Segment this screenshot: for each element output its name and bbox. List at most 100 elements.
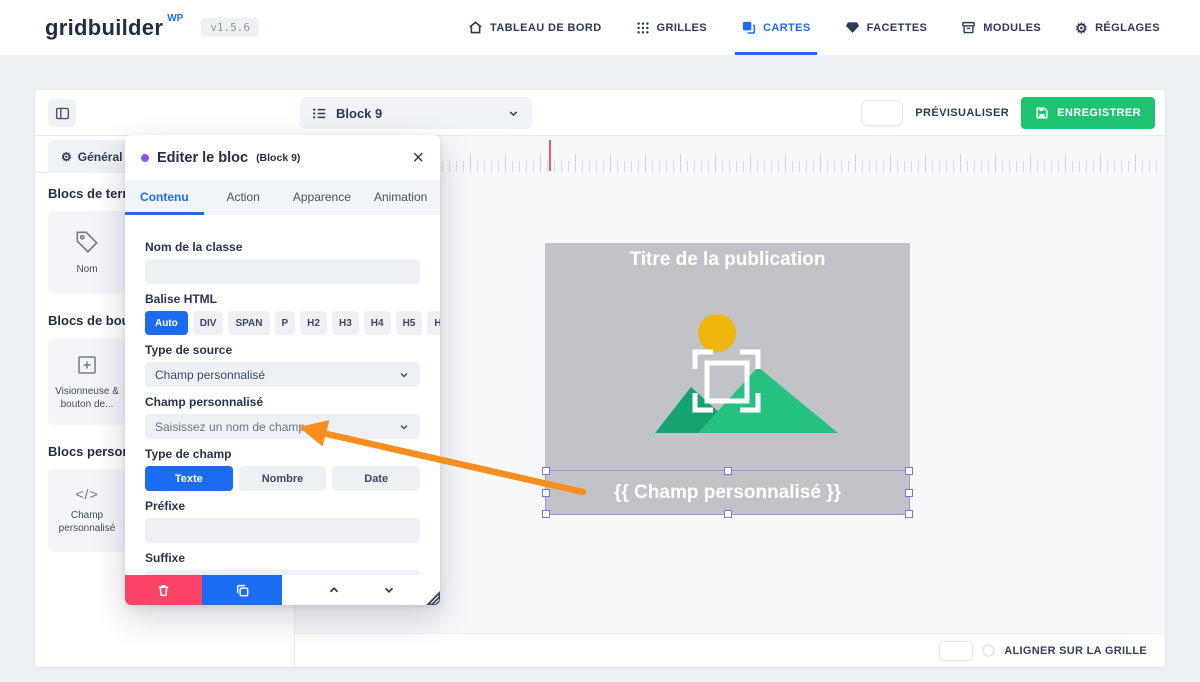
nav-item-modules[interactable]: MODULES (961, 0, 1041, 55)
html-tag-h2[interactable]: H2 (300, 311, 327, 335)
modal-header: Editer le bloc (Block 9) × (125, 135, 440, 180)
block-card-champ-personnalise[interactable]: </> Champ personnalisé (48, 469, 126, 552)
card-preview[interactable]: Titre de la publication {{ Champ personn… (545, 243, 910, 515)
custom-field-select[interactable]: Saisissez un nom de champ (145, 414, 420, 439)
field-type-texte[interactable]: Texte (145, 466, 233, 491)
prefix-input[interactable] (145, 518, 420, 543)
chevron-up-icon (327, 583, 341, 597)
modules-icon (961, 20, 976, 35)
field-type-date[interactable]: Date (332, 466, 420, 491)
duplicate-block-button[interactable] (202, 575, 282, 605)
resize-handle[interactable] (905, 489, 913, 497)
toggle-sidebar-button[interactable] (48, 99, 76, 127)
gear-icon: ⚙ (1075, 21, 1088, 35)
snap-indicator-icon (982, 644, 995, 657)
builder-panel: Block 9 PRÉVISUALISER ENREGISTRER ⚙ Géné… (35, 90, 1165, 667)
html-tag-options: Auto DIV SPAN P H2 H3 H4 H5 H6 (145, 311, 420, 335)
toolbar-actions: PRÉVISUALISER ENREGISTRER (861, 97, 1155, 129)
resize-handle[interactable] (905, 510, 913, 518)
snap-to-grid-label: ALIGNER SUR LA GRILLE (1004, 645, 1147, 657)
html-tag-h4[interactable]: H4 (364, 311, 391, 335)
app-header: gridbuilder WP v1.5.6 TABLEAU DE BORD GR… (0, 0, 1200, 56)
delete-block-button[interactable] (125, 575, 202, 605)
prefix-label: Préfixe (145, 499, 420, 514)
chevron-down-icon (398, 421, 410, 433)
home-icon (468, 20, 483, 35)
resize-handle[interactable] (542, 510, 550, 518)
modal-body: Nom de la classe Balise HTML Auto DIV SP… (125, 215, 440, 595)
nav-item-facettes[interactable]: FACETTES (845, 0, 928, 55)
nav-label: TABLEAU DE BORD (490, 22, 602, 34)
html-tag-auto[interactable]: Auto (145, 311, 188, 335)
grid-icon (636, 21, 650, 35)
selected-block-custom-field[interactable]: {{ Champ personnalisé }} (545, 470, 910, 515)
chevron-down-icon (398, 369, 410, 381)
app: gridbuilder WP v1.5.6 TABLEAU DE BORD GR… (0, 0, 1200, 682)
block-card-visionneuse[interactable]: Visionneuse & bouton de... (48, 338, 126, 425)
tab-general-label: Général (78, 150, 123, 164)
trash-icon (156, 583, 171, 598)
save-icon (1035, 106, 1049, 120)
resize-handle[interactable] (905, 467, 913, 475)
html-tag-h3[interactable]: H3 (332, 311, 359, 335)
chevron-down-icon (382, 583, 396, 597)
modal-tabs: Contenu Action Apparence Animation (125, 180, 440, 215)
preview-toggle[interactable] (861, 100, 903, 126)
move-down-button[interactable] (382, 583, 396, 597)
resize-handle[interactable] (724, 467, 732, 475)
nav-item-cartes[interactable]: CARTES (741, 0, 811, 55)
list-icon (312, 106, 327, 121)
save-button[interactable]: ENREGISTRER (1021, 97, 1155, 129)
modal-title: Editer le bloc (157, 150, 248, 166)
brand: gridbuilder WP v1.5.6 (45, 15, 259, 41)
tab-contenu[interactable]: Contenu (125, 180, 204, 215)
close-icon[interactable]: × (412, 148, 424, 168)
builder-toolbar: Block 9 PRÉVISUALISER ENREGISTRER (35, 90, 1165, 136)
modal-footer-nav (282, 575, 440, 605)
block-selector-value: Block 9 (336, 106, 382, 121)
nav-item-grilles[interactable]: GRILLES (636, 0, 707, 55)
nav-item-reglages[interactable]: ⚙ RÉGLAGES (1075, 0, 1160, 55)
tab-apparence[interactable]: Apparence (283, 180, 362, 215)
tab-action[interactable]: Action (204, 180, 283, 215)
resize-handle[interactable] (542, 489, 550, 497)
block-card-nom[interactable]: Nom (48, 211, 126, 294)
html-tag-span[interactable]: SPAN (228, 311, 269, 335)
class-name-input[interactable] (145, 259, 420, 284)
modal-resize-handle[interactable] (426, 591, 440, 605)
resize-handle[interactable] (542, 467, 550, 475)
html-tag-h6[interactable]: H6 (427, 311, 440, 335)
gear-icon: ⚙ (61, 150, 72, 164)
nav-label: GRILLES (657, 22, 707, 34)
field-type-options: Texte Nombre Date (145, 466, 420, 491)
block-selector[interactable]: Block 9 (300, 97, 532, 129)
copy-icon (235, 583, 250, 598)
sidebar-layout-icon (55, 106, 70, 121)
tab-general[interactable]: ⚙ Général (48, 140, 135, 173)
source-type-select[interactable]: Champ personnalisé (145, 362, 420, 387)
wp-badge: WP (167, 13, 183, 24)
chevron-down-icon (507, 107, 520, 120)
field-type-nombre[interactable]: Nombre (239, 466, 327, 491)
move-up-button[interactable] (327, 583, 341, 597)
modal-footer (125, 575, 440, 605)
html-tag-h5[interactable]: H5 (396, 311, 423, 335)
version-badge: v1.5.6 (201, 18, 259, 37)
custom-field-token: {{ Champ personnalisé }} (614, 482, 841, 504)
nav-label: RÉGLAGES (1095, 22, 1160, 34)
tab-animation[interactable]: Animation (361, 180, 440, 215)
block-card-label: Champ personnalisé (52, 510, 122, 535)
code-icon: </> (75, 486, 98, 502)
preview-label: PRÉVISUALISER (915, 107, 1009, 119)
lightbox-icon (74, 352, 100, 378)
nav-item-tableau-de-bord[interactable]: TABLEAU DE BORD (468, 0, 602, 55)
html-tag-p[interactable]: P (275, 311, 296, 335)
custom-field-label: Champ personnalisé (145, 395, 420, 410)
class-name-label: Nom de la classe (145, 240, 420, 255)
resize-handle[interactable] (724, 510, 732, 518)
block-color-dot (141, 154, 149, 162)
html-tag-div[interactable]: DIV (193, 311, 224, 335)
block-card-label: Visionneuse & bouton de... (52, 386, 122, 411)
source-type-label: Type de source (145, 343, 420, 358)
snap-to-grid-toggle[interactable] (939, 641, 973, 661)
